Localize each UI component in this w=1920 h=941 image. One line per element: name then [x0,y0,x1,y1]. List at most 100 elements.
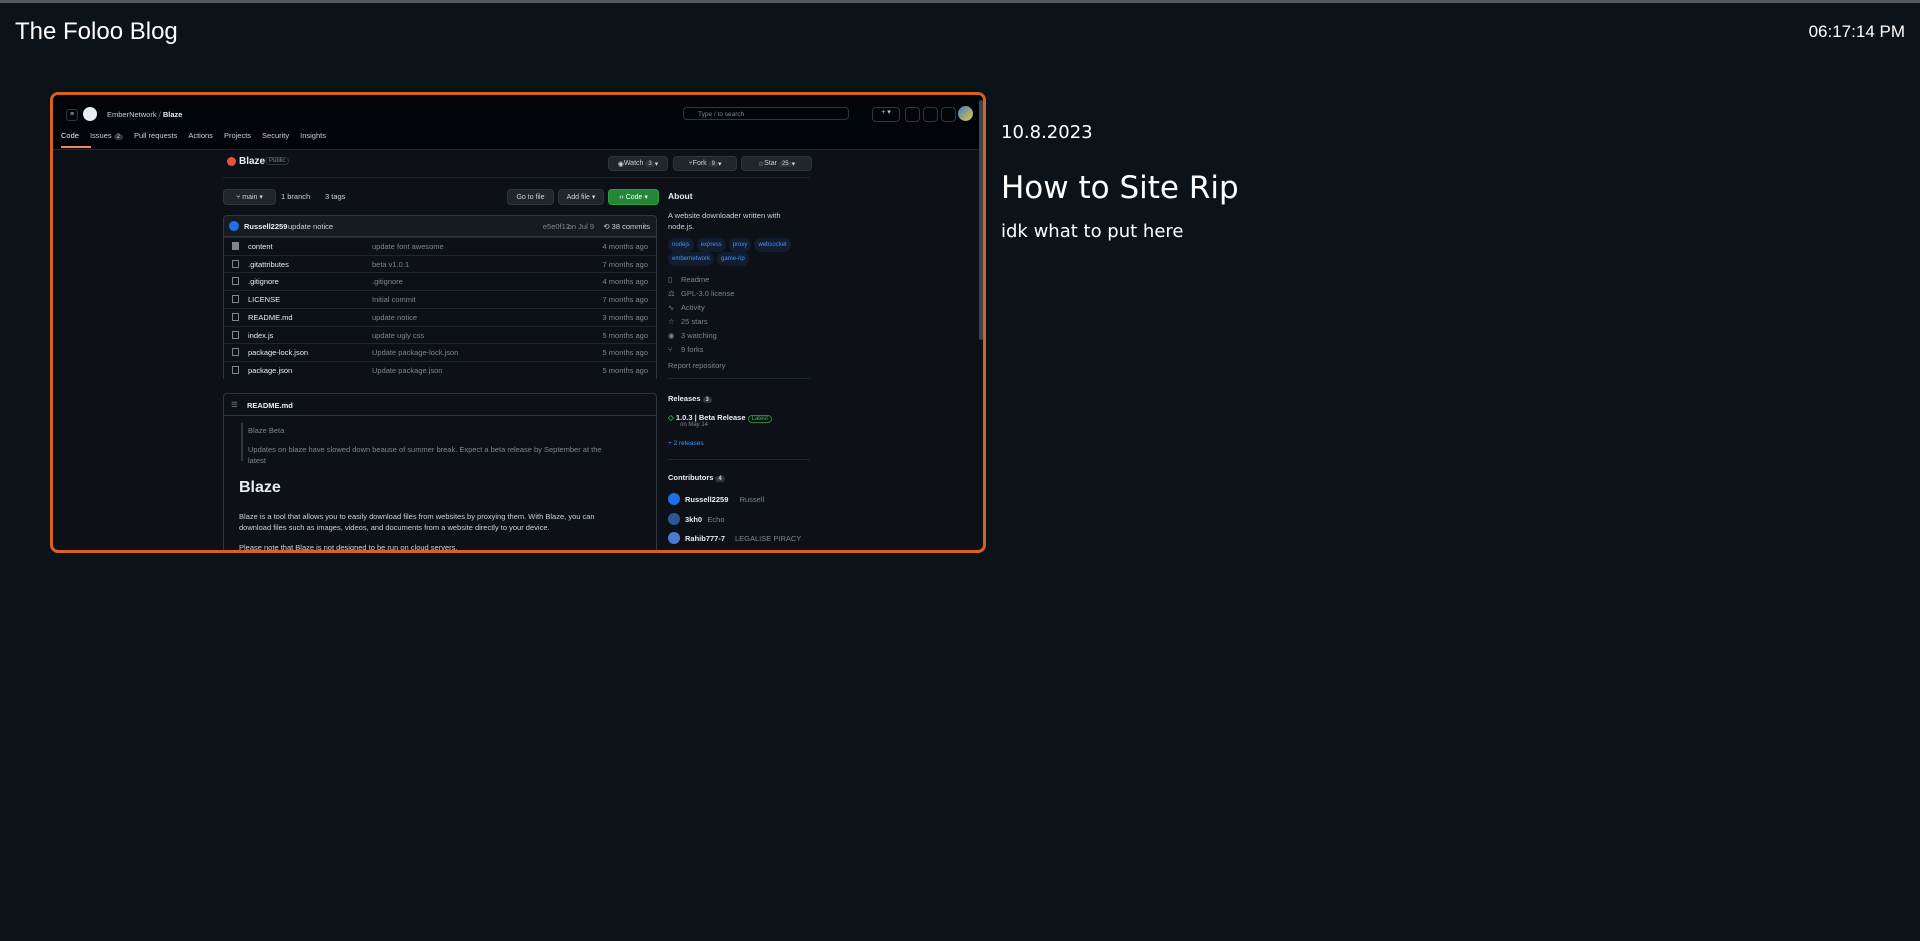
about-item[interactable]: 9 forks [681,345,704,354]
topic-tag[interactable]: nodejs [668,238,694,252]
contributor-login[interactable]: Rahib777-7 [685,534,725,543]
go-to-file-button[interactable]: Go to file [507,189,554,205]
user-avatar[interactable] [958,106,973,121]
file-row[interactable]: LICENSE Initial commit 7 months ago [223,290,657,309]
about-item[interactable]: GPL-3.0 license [681,289,734,298]
file-row[interactable]: package.json Update package.json 5 months … [223,360,657,379]
release-link[interactable]: ◇ 1.0.3 | Beta Release Latest [668,413,772,423]
add-file-button[interactable]: Add file ▾ [558,189,604,205]
commit-hash[interactable]: e5e0f12 [543,222,570,231]
tab-insights[interactable]: Insights [300,131,326,140]
list-icon[interactable]: ☰ [231,400,238,409]
release-date: on May 14 [680,422,709,428]
star-button[interactable]: ☆ Star 25 ▾ [741,156,812,171]
releases-title[interactable]: Releases 3 [668,394,712,403]
post-title[interactable]: How to Site Rip [1001,170,1239,206]
about-item[interactable]: 25 stars [681,317,708,326]
contributor-avatar[interactable] [668,512,680,525]
top-border [0,0,1920,3]
commit-message[interactable]: update notice [288,222,333,231]
file-icon [232,365,239,374]
repo-title[interactable]: Blaze [239,156,265,167]
book-icon: ▯ [668,275,673,284]
tab-label: Pull requests [133,131,178,140]
file-name[interactable]: LICENSE [248,295,280,304]
tab-actions[interactable]: Actions [188,131,213,140]
post-date: 10.8.2023 [1001,122,1093,143]
code-button[interactable]: ‹› Code ▾ [608,189,659,205]
issues-icon[interactable] [905,107,920,122]
tab-security[interactable]: Security [262,131,289,140]
contributors-title[interactable]: Contributors 4 [668,473,725,482]
readme-heading: Blaze [239,479,281,496]
file-row[interactable]: package-lock.json Update package-lock.jso… [223,343,657,362]
file-name[interactable]: .gitattributes [248,260,289,269]
create-new-button[interactable]: + ▾ [872,107,900,122]
fork-button[interactable]: ⑂ Fork 9 ▾ [673,156,737,171]
contributor-avatar[interactable] [668,532,680,544]
watch-button[interactable]: ◉ Watch 3 ▾ [608,156,668,171]
file-commit-message[interactable]: beta v1.0.1 [372,260,409,269]
file-name[interactable]: .gitignore [248,277,279,286]
topic-tag[interactable]: embernetwork [668,252,715,266]
file-commit-message[interactable]: Update package.json [372,366,442,375]
tab-issues[interactable]: Issues 2 [90,131,123,140]
file-row[interactable]: index.js update ugly css 5 months ago [223,325,657,344]
more-releases-link[interactable]: + 2 releases [668,440,704,447]
file-commit-message[interactable]: Initial commit [372,295,416,304]
file-name[interactable]: README.md [248,313,293,322]
file-commit-message[interactable]: update font awesome [372,242,444,251]
tab-pull-requests[interactable]: Pull requests [134,131,177,140]
file-row[interactable]: .gitignore .gitignore 4 months ago [223,272,657,291]
branches-link[interactable]: 1 branch [281,192,310,201]
scrollbar[interactable] [979,100,983,340]
divider [223,415,657,416]
file-time: 4 months ago [602,277,648,287]
file-commit-message[interactable]: .gitignore [372,277,403,286]
file-row[interactable]: content update font awesome 4 months ago [223,237,657,255]
topics: nodejs express proxy websocket embernetwork g… [668,238,818,266]
report-repository-link[interactable]: Report repository [668,361,726,370]
branch-select[interactable]: ⑂ main ▾ [223,189,276,205]
about-item[interactable]: Readme [681,275,709,284]
topic-tag[interactable]: proxy [728,238,752,252]
commit-author[interactable]: Russell2259 [244,222,287,231]
readme-paragraph: download files such as images, videos, a… [239,523,550,532]
file-row[interactable]: .gitattributes beta v1.0.1 7 months ago [223,254,657,273]
file-time: 5 months ago [602,330,648,340]
contributor-name: Russell [739,495,765,504]
contributor-avatar[interactable] [668,493,680,505]
file-name[interactable]: index.js [248,331,273,340]
tab-code[interactable]: Code [61,131,79,140]
repo-name-link[interactable]: Blaze [163,110,183,119]
file-commit-message[interactable]: update ugly css [372,331,424,340]
topic-tag[interactable]: express [696,238,726,252]
file-commit-message[interactable]: Update package-lock.json [372,348,458,357]
readme-filename[interactable]: README.md [247,401,293,410]
file-row[interactable]: README.md update notice 3 months ago [223,307,657,326]
commits-link[interactable]: ⟲ 38 commits [603,222,650,231]
post-image-card[interactable]: ≡ EmberNetwork / Blaze Type / to search … [50,92,986,553]
file-name[interactable]: package.json [248,366,292,375]
github-logo-icon[interactable] [83,107,97,121]
tab-projects[interactable]: Projects [224,131,251,140]
contributor-login[interactable]: 3kh0 [685,515,702,524]
file-commit-message[interactable]: update notice [372,313,417,322]
file-name[interactable]: content [248,242,273,251]
tags-link[interactable]: 3 tags [325,192,345,201]
menu-icon[interactable]: ≡ [66,109,78,121]
file-time: 7 months ago [602,295,648,305]
blog-title[interactable]: The Foloo Blog [15,18,178,46]
divider [668,378,810,379]
about-item[interactable]: Activity [681,303,705,312]
inbox-icon[interactable] [941,107,956,122]
topic-tag[interactable]: websocket [754,238,791,252]
about-item[interactable]: 3 watching [681,331,717,340]
search-input[interactable]: Type / to search [683,107,849,120]
pull-requests-icon[interactable] [923,107,938,122]
contributor-login[interactable]: Russell2259 [685,495,728,504]
repo-owner-link[interactable]: EmberNetwork [107,110,157,119]
file-name[interactable]: package-lock.json [248,348,308,357]
file-time: 5 months ago [602,365,648,375]
topic-tag[interactable]: game-rip [717,252,749,266]
